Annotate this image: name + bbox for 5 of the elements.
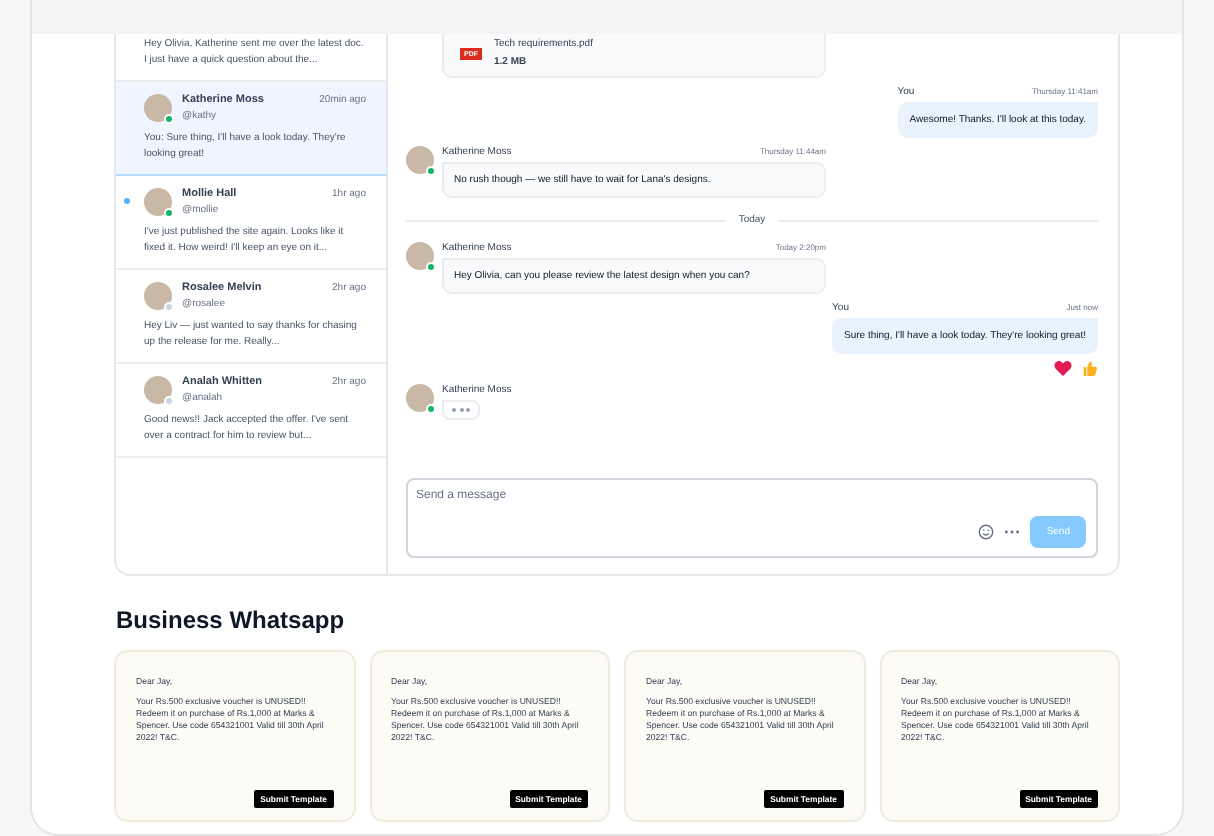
- heart-icon[interactable]: [1054, 360, 1072, 376]
- unread-dot: [124, 198, 130, 204]
- section-title: Business Whatsapp: [116, 606, 347, 634]
- thumbs-up-icon[interactable]: [1080, 360, 1098, 376]
- emoji-icon[interactable]: [978, 524, 995, 540]
